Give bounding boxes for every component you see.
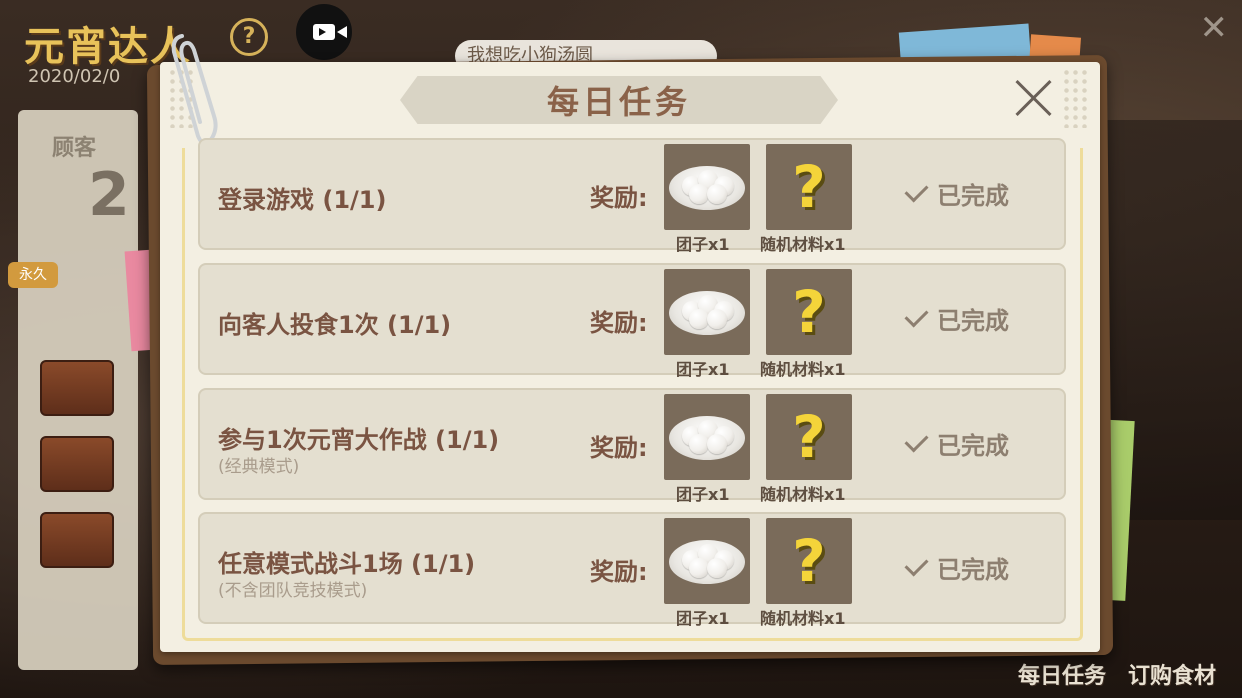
task-row: 参与1次元宵大作战 (1/1) (经典模式) 奖励: 团子x1 ? 随机材料x1… [198, 388, 1066, 504]
daily-task-button[interactable]: 每日任务 [1018, 658, 1106, 690]
reward-caption: 团子x1 [676, 360, 730, 379]
reward-item[interactable]: ? [766, 269, 852, 355]
task-row: 登录游戏 (1/1) 奖励: 团子x1 ? 随机材料x1 已完成 [198, 138, 1066, 254]
decorative-dots [1062, 68, 1090, 128]
tangyuan-plate-icon [669, 416, 745, 460]
task-subtitle: (经典模式) [218, 457, 300, 477]
task-name: 任意模式战斗1场 (1/1) [218, 550, 476, 578]
check-icon [904, 428, 929, 453]
paper-clip-icon [171, 34, 218, 146]
status-label: 已完成 [937, 182, 1009, 210]
side-panel-number: 2 [88, 160, 130, 230]
chest-icon [40, 436, 114, 492]
task-name: 向客人投食1次 (1/1) [218, 311, 452, 339]
reward-item[interactable] [664, 269, 750, 355]
question-mark-icon: ? [792, 527, 826, 595]
order-ingredients-button[interactable]: 订购食材 [1128, 658, 1216, 690]
side-panel-tag: 永久 [8, 262, 58, 288]
chest-icon [40, 360, 114, 416]
close-dialog-button[interactable] [1012, 76, 1054, 118]
reward-label: 奖励: [590, 434, 648, 462]
task-subtitle: (不含团队竞技模式) [218, 581, 368, 601]
task-status: 已完成 [904, 301, 1009, 336]
task-name: 参与1次元宵大作战 (1/1) [218, 426, 500, 454]
reward-caption: 随机材料x1 [760, 235, 846, 254]
task-status: 已完成 [904, 176, 1009, 211]
help-icon[interactable]: ? [230, 18, 268, 56]
reward-label: 奖励: [590, 309, 648, 337]
reward-item[interactable] [664, 144, 750, 230]
tangyuan-plate-icon [669, 540, 745, 584]
reward-label: 奖励: [590, 558, 648, 586]
check-icon [904, 178, 929, 203]
check-icon [904, 552, 929, 577]
background-close-icon[interactable]: ✕ [1200, 8, 1229, 48]
reward-caption: 团子x1 [676, 609, 730, 628]
task-row: 向客人投食1次 (1/1) 奖励: 团子x1 ? 随机材料x1 已完成 [198, 263, 1066, 379]
question-mark-icon: ? [792, 403, 826, 471]
dialog-title: 每日任务 [546, 83, 691, 121]
reward-caption: 随机材料x1 [760, 485, 846, 504]
reward-item[interactable]: ? [766, 518, 852, 604]
question-mark-icon: ? [792, 153, 826, 221]
reward-item[interactable] [664, 394, 750, 480]
task-status: 已完成 [904, 426, 1009, 461]
video-camera-icon [313, 24, 347, 40]
status-label: 已完成 [937, 556, 1009, 584]
reward-caption: 随机材料x1 [760, 609, 846, 628]
reward-caption: 随机材料x1 [760, 360, 846, 379]
question-mark-icon: ? [792, 278, 826, 346]
reward-label: 奖励: [590, 184, 648, 212]
reward-item[interactable]: ? [766, 394, 852, 480]
video-record-button[interactable] [296, 4, 352, 60]
tangyuan-plate-icon [669, 291, 745, 335]
task-name: 登录游戏 (1/1) [218, 186, 387, 214]
check-icon [904, 303, 929, 328]
status-label: 已完成 [937, 307, 1009, 335]
game-date: 2020/02/0 [28, 66, 121, 87]
status-label: 已完成 [937, 432, 1009, 460]
reward-item[interactable]: ? [766, 144, 852, 230]
side-panel-label: 顾客 [52, 136, 97, 161]
chest-icon [40, 512, 114, 568]
tangyuan-plate-icon [669, 166, 745, 210]
reward-item[interactable] [664, 518, 750, 604]
reward-caption: 团子x1 [676, 485, 730, 504]
reward-caption: 团子x1 [676, 235, 730, 254]
task-row: 任意模式战斗1场 (1/1) (不含团队竞技模式) 奖励: 团子x1 ? 随机材… [198, 512, 1066, 628]
dialog-title-banner: 每日任务 [400, 76, 838, 124]
task-status: 已完成 [904, 550, 1009, 585]
